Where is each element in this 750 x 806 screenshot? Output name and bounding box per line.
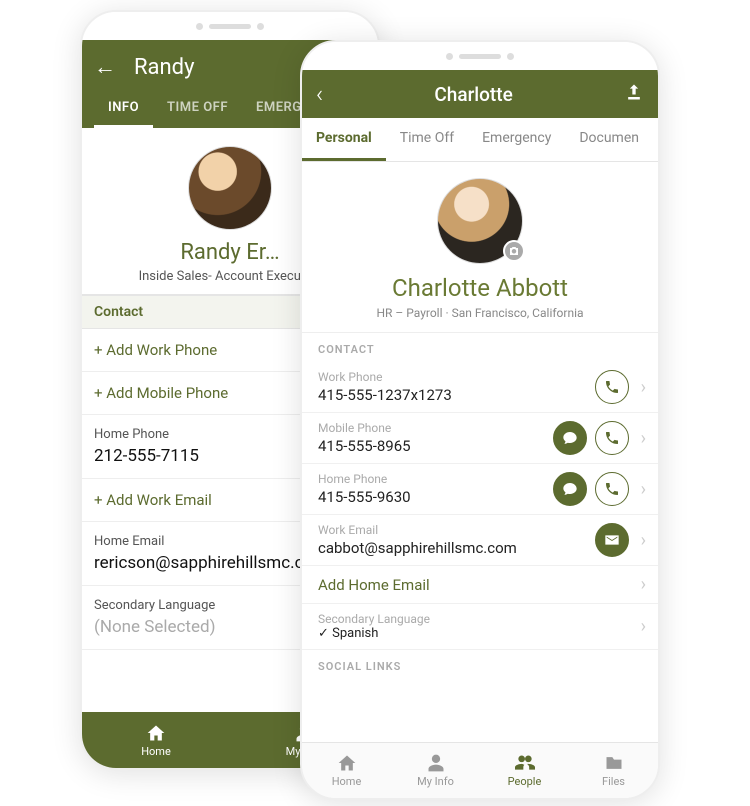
- secondary-language-row[interactable]: Secondary Language ✓ Spanish ›: [302, 604, 658, 650]
- phone-notch: [82, 12, 378, 40]
- chat-icon: [562, 481, 578, 497]
- section-header-contact: CONTACT: [302, 333, 658, 362]
- nav-my-info[interactable]: My Info: [391, 743, 480, 798]
- mobile-phone-row[interactable]: Mobile Phone 415-555-8965 ›: [302, 413, 658, 464]
- nav-files-label: Files: [602, 775, 625, 788]
- chevron-right-icon: ›: [637, 428, 648, 449]
- phone-right: ‹ Charlotte Personal Time Off Emergency …: [300, 40, 660, 800]
- home-phone-row[interactable]: Home Phone 415-555-9630 ›: [302, 464, 658, 515]
- tab-emergency[interactable]: Emergency: [468, 118, 565, 161]
- tab-documents[interactable]: Documen: [565, 118, 653, 161]
- chevron-right-icon: ›: [637, 616, 648, 637]
- add-home-email-label: Add Home Email: [318, 576, 629, 594]
- share-icon[interactable]: [624, 82, 644, 107]
- tab-personal[interactable]: Personal: [302, 118, 386, 161]
- page-title: Randy: [134, 55, 195, 80]
- tab-time-off[interactable]: TIME OFF: [153, 90, 242, 128]
- email-button[interactable]: [595, 523, 629, 557]
- section-header-social: SOCIAL LINKS: [302, 650, 658, 679]
- call-button[interactable]: [595, 472, 629, 506]
- call-button[interactable]: [595, 370, 629, 404]
- work-email-value: cabbot@sapphirehillsmc.com: [318, 539, 587, 557]
- home-phone-label: Home Phone: [318, 472, 545, 486]
- folder-icon: [604, 753, 624, 773]
- message-button[interactable]: [553, 472, 587, 506]
- header-bar: ‹ Charlotte: [302, 70, 658, 118]
- call-button[interactable]: [595, 421, 629, 455]
- chevron-right-icon: ›: [637, 479, 648, 500]
- people-icon: [515, 753, 535, 773]
- nav-home[interactable]: Home: [82, 712, 230, 768]
- secondary-language-value: Spanish: [332, 626, 378, 641]
- chevron-right-icon: ›: [637, 377, 648, 398]
- mobile-phone-value: 415-555-8965: [318, 437, 545, 455]
- add-home-email[interactable]: Add Home Email ›: [302, 566, 658, 604]
- bottom-nav: Home My Info People Files: [302, 742, 658, 798]
- camera-icon[interactable]: [503, 240, 525, 262]
- mobile-phone-label: Mobile Phone: [318, 421, 545, 435]
- tab-time-off[interactable]: Time Off: [386, 118, 468, 161]
- nav-home[interactable]: Home: [302, 743, 391, 798]
- phone-icon: [604, 481, 620, 497]
- home-icon: [337, 753, 357, 773]
- nav-home-label: Home: [141, 745, 171, 758]
- chat-icon: [562, 430, 578, 446]
- nav-files[interactable]: Files: [569, 743, 658, 798]
- work-phone-value: 415-555-1237x1273: [318, 386, 587, 404]
- avatar[interactable]: [188, 146, 272, 230]
- chevron-right-icon: ›: [637, 530, 648, 551]
- profile-card: Charlotte Abbott HR – Payroll · San Fran…: [302, 162, 658, 333]
- user-icon: [426, 753, 446, 773]
- profile-name: Charlotte Abbott: [302, 274, 658, 302]
- work-email-label: Work Email: [318, 523, 587, 537]
- profile-subtitle: HR – Payroll · San Francisco, California: [302, 306, 658, 320]
- work-phone-label: Work Phone: [318, 370, 587, 384]
- message-button[interactable]: [553, 421, 587, 455]
- chevron-right-icon: ›: [637, 574, 648, 595]
- phone-icon: [604, 379, 620, 395]
- phone-icon: [604, 430, 620, 446]
- secondary-language-label: Secondary Language: [318, 612, 629, 626]
- mail-icon: [604, 532, 620, 548]
- work-email-row[interactable]: Work Email cabbot@sapphirehillsmc.com ›: [302, 515, 658, 566]
- tab-info[interactable]: INFO: [94, 90, 153, 128]
- home-phone-value: 415-555-9630: [318, 488, 545, 506]
- back-icon[interactable]: ←: [94, 54, 116, 80]
- nav-home-label: Home: [332, 775, 362, 788]
- nav-people-label: People: [508, 775, 542, 788]
- home-icon: [146, 723, 166, 743]
- nav-my-info-label: My Info: [417, 775, 454, 788]
- back-icon[interactable]: ‹: [316, 80, 323, 108]
- phone-notch: [302, 42, 658, 70]
- tabs: Personal Time Off Emergency Documen: [302, 118, 658, 162]
- work-phone-row[interactable]: Work Phone 415-555-1237x1273 ›: [302, 362, 658, 413]
- page-title: Charlotte: [323, 83, 624, 106]
- nav-people[interactable]: People: [480, 743, 569, 798]
